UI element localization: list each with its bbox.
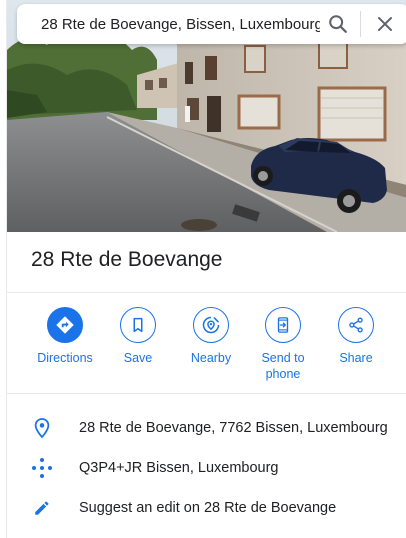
share-circle — [338, 307, 374, 343]
search-icon — [329, 15, 347, 33]
pencil-icon — [30, 496, 54, 520]
place-panel: 28 Rte de Boevange Directions Save — [6, 0, 406, 538]
directions-label: Directions — [37, 351, 93, 365]
bookmark-icon — [133, 317, 143, 333]
share-button[interactable]: Share — [321, 307, 391, 366]
address-text: 28 Rte de Boevange, 7762 Bissen, Luxembo… — [79, 420, 388, 436]
plus-code-icon — [30, 456, 54, 480]
save-label: Save — [123, 351, 153, 365]
send-to-phone-circle — [265, 307, 301, 343]
directions-button[interactable]: Directions — [30, 307, 100, 366]
close-button[interactable] — [367, 6, 403, 42]
divider-top — [7, 292, 406, 293]
divider-actions — [7, 393, 406, 394]
address-row[interactable]: 28 Rte de Boevange, 7762 Bissen, Luxembo… — [7, 408, 406, 448]
nearby-button[interactable]: Nearby — [176, 307, 246, 366]
directions-icon — [56, 316, 74, 334]
directions-circle — [47, 307, 83, 343]
search-input[interactable] — [17, 4, 320, 44]
action-bar: Directions Save Nearby Send to phone Sha… — [7, 307, 406, 387]
place-title: 28 Rte de Boevange — [31, 248, 223, 271]
send-to-phone-label: Send to phone — [261, 351, 305, 381]
search-bar-divider — [360, 11, 361, 37]
send-to-phone-icon — [277, 317, 289, 333]
share-icon — [349, 317, 363, 333]
search-button[interactable] — [320, 6, 356, 42]
nearby-icon — [202, 316, 220, 334]
location-pin-icon — [30, 416, 54, 440]
share-label: Share — [339, 351, 373, 365]
nearby-label: Nearby — [190, 351, 232, 365]
plus-code-row[interactable]: Q3P4+JR Bissen, Luxembourg — [7, 448, 406, 488]
plus-code-text: Q3P4+JR Bissen, Luxembourg — [79, 460, 279, 476]
save-circle — [120, 307, 156, 343]
save-button[interactable]: Save — [103, 307, 173, 366]
close-icon — [378, 17, 392, 31]
nearby-circle — [193, 307, 229, 343]
suggest-edit-text: Suggest an edit on 28 Rte de Boevange — [79, 500, 337, 516]
search-bar — [17, 4, 406, 44]
send-to-phone-button[interactable]: Send to phone — [248, 307, 318, 382]
suggest-edit-row[interactable]: Suggest an edit on 28 Rte de Boevange — [7, 488, 406, 528]
